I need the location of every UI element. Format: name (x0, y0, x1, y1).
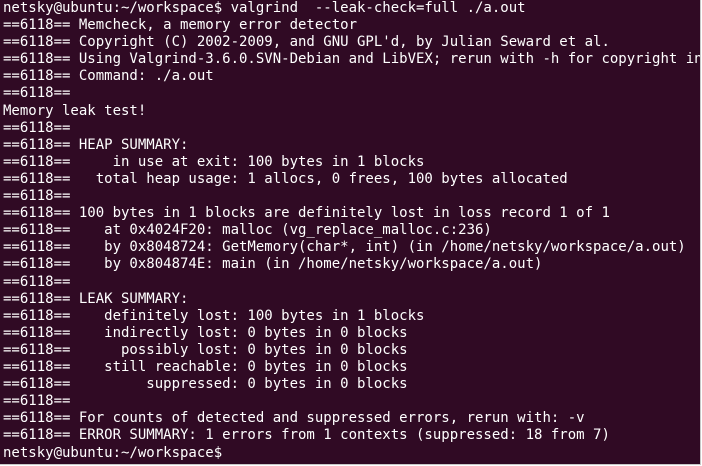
terminal-line: ==6118== Command: ./a.out (3, 68, 214, 85)
terminal-line: ==6118== For counts of detected and supp… (3, 410, 585, 427)
terminal-line-heap-summary: ==6118== HEAP SUMMARY: (3, 136, 189, 153)
terminal-line: ==6118== at 0x4024F20: malloc (vg_replac… (3, 222, 492, 239)
terminal-window[interactable]: netsky@ubuntu:~/workspace$ valgrind --le… (0, 0, 701, 465)
terminal-prompt: netsky@ubuntu:~/workspace$ (3, 445, 223, 462)
terminal-line: ==6118== by 0x804874E: main (in /home/ne… (3, 256, 543, 273)
terminal-line: ==6118== in use at exit: 100 bytes in 1 … (3, 153, 425, 170)
terminal-cursor (222, 444, 230, 459)
terminal-line: ==6118== (3, 119, 71, 136)
terminal-prompt-line[interactable]: netsky@ubuntu:~/workspace$ (3, 444, 700, 461)
terminal-line: ==6118== (3, 188, 71, 205)
terminal-line: ==6118== indirectly lost: 0 bytes in 0 b… (3, 324, 408, 341)
terminal-line: ==6118== Using Valgrind-3.6.0.SVN-Debian… (3, 51, 701, 68)
terminal-line: ==6118== Memcheck, a memory error detect… (3, 17, 358, 34)
terminal-line: ==6118== possibly lost: 0 bytes in 0 blo… (3, 341, 408, 358)
terminal-line-command: netsky@ubuntu:~/workspace$ valgrind --le… (3, 0, 526, 16)
terminal-line-leak-summary: ==6118== LEAK SUMMARY: (3, 290, 189, 307)
terminal-line: ==6118== definitely lost: 100 bytes in 1… (3, 307, 425, 324)
terminal-line: ==6118== by 0x8048724: GetMemory(char*, … (3, 239, 686, 256)
terminal-line: ==6118== Copyright (C) 2002-2009, and GN… (3, 34, 610, 51)
terminal-line-program-output: Memory leak test! (3, 102, 147, 119)
terminal-line-loss-record: ==6118== 100 bytes in 1 blocks are defin… (3, 205, 610, 222)
terminal-line: ==6118== total heap usage: 1 allocs, 0 f… (3, 170, 568, 187)
terminal-line: ==6118== suppressed: 0 bytes in 0 blocks (3, 376, 408, 393)
terminal-line: ==6118== (3, 273, 71, 290)
terminal-line: ==6118== (3, 85, 71, 102)
terminal-line: ==6118== (3, 393, 71, 410)
terminal-line-error-summary: ==6118== ERROR SUMMARY: 1 errors from 1 … (3, 427, 610, 444)
terminal-line: ==6118== still reachable: 0 bytes in 0 b… (3, 358, 408, 375)
